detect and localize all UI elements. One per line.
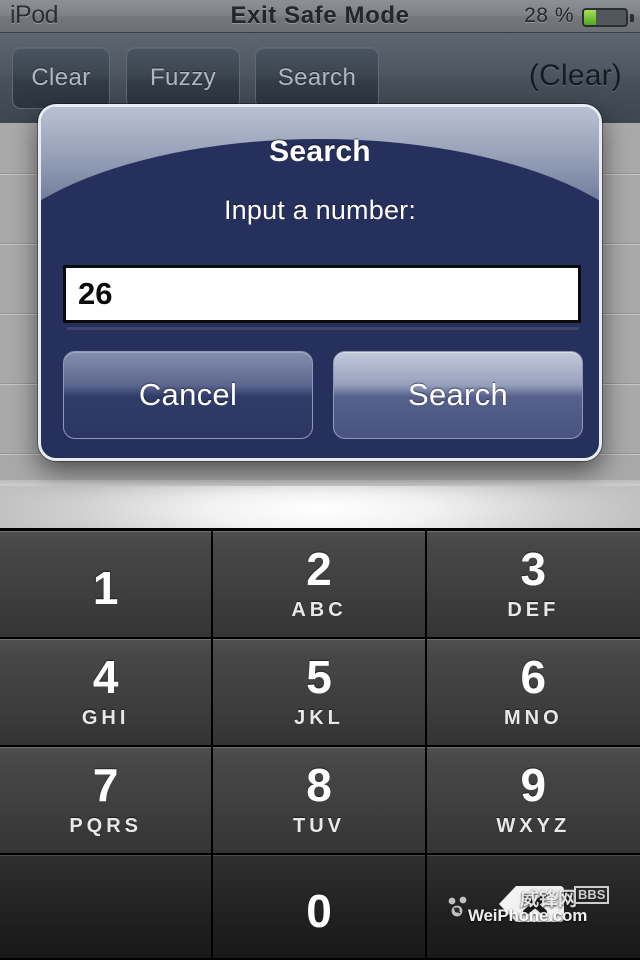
key-number: 6 [520, 651, 547, 703]
key-letters: TUV [292, 815, 345, 837]
search-confirm-button-label: Search [407, 377, 509, 412]
key-number: 0 [306, 884, 332, 937]
keypad-row: 4 GHI 5 JKL 6 MNO [0, 639, 640, 747]
alert-body: Search Input a number: Cancel Search [41, 107, 599, 458]
battery-icon [582, 8, 628, 27]
key-letters: WXYZ [496, 815, 571, 837]
status-bar: iPod Exit Safe Mode 28 % [0, 0, 640, 33]
toolbar-status-label: (Clear) [528, 59, 622, 92]
cancel-button-label: Cancel [138, 377, 238, 412]
key-number: 1 [92, 562, 119, 614]
keypad-row: 1 2 ABC 3 DEF [0, 531, 640, 639]
search-alert-dialog: Search Input a number: Cancel Search [38, 104, 602, 461]
key-3[interactable]: 3 DEF [426, 531, 640, 639]
search-toolbar-button[interactable]: Search [255, 47, 379, 109]
key-number: 8 [306, 759, 332, 811]
watermark-badge: BBS [574, 886, 610, 904]
search-toolbar-button-label: Search [277, 64, 357, 91]
fuzzy-button-label: Fuzzy [149, 64, 216, 91]
number-input[interactable] [63, 265, 581, 323]
key-7[interactable]: 7 PQRS [0, 747, 214, 855]
input-underline [67, 327, 579, 330]
watermark: 威锋网 BBS WeiPhone.com [446, 884, 636, 932]
battery-cap [630, 14, 634, 22]
clear-button[interactable]: Clear [12, 47, 110, 109]
key-number: 5 [306, 651, 332, 703]
key-8[interactable]: 8 TUV [213, 747, 427, 855]
alert-message: Input a number: [223, 195, 417, 225]
key-4[interactable]: 4 GHI [0, 639, 214, 747]
key-9[interactable]: 9 WXYZ [426, 747, 640, 855]
clear-button-label: Clear [31, 64, 91, 91]
keypad-row: 7 PQRS 8 TUV 9 WXYZ [0, 747, 640, 855]
cancel-button[interactable]: Cancel [63, 351, 313, 439]
alert-title: Search [269, 135, 371, 168]
search-confirm-button[interactable]: Search [333, 351, 583, 439]
key-letters: MNO [503, 707, 563, 729]
content-bottom-glow [0, 486, 640, 528]
key-0[interactable]: 0 [213, 855, 427, 960]
key-6[interactable]: 6 MNO [426, 639, 640, 747]
key-letters: PQRS [69, 815, 142, 837]
key-1[interactable]: 1 [0, 531, 214, 639]
device-screen: Config Search Save [0, 0, 640, 960]
key-5[interactable]: 5 JKL [213, 639, 427, 747]
key-letters: GHI [81, 707, 130, 729]
key-number: 2 [306, 543, 332, 595]
key-letters: DEF [507, 599, 560, 621]
key-2[interactable]: 2 ABC [213, 531, 427, 639]
key-number: 4 [92, 651, 119, 703]
key-blank-left[interactable] [0, 855, 214, 960]
battery-fill [584, 10, 596, 25]
fuzzy-button[interactable]: Fuzzy [126, 47, 240, 109]
key-letters: ABC [291, 599, 347, 621]
key-letters: JKL [294, 707, 344, 729]
key-number: 7 [92, 759, 119, 811]
watermark-text: WeiPhone.com [468, 906, 588, 925]
battery-percent-label: 28 % [524, 4, 574, 27]
key-number: 3 [520, 543, 547, 595]
key-number: 9 [520, 759, 547, 811]
